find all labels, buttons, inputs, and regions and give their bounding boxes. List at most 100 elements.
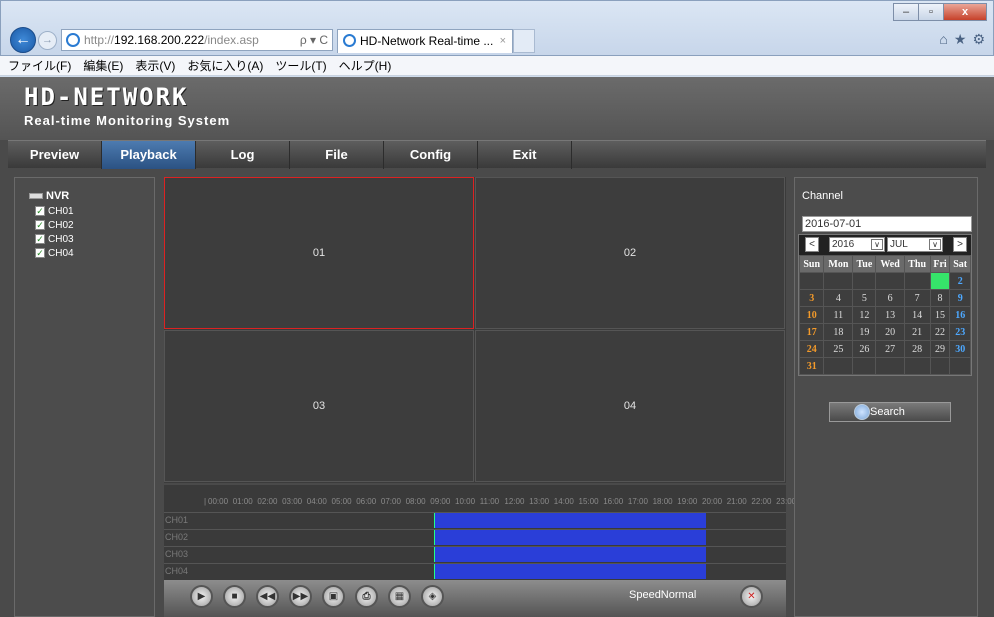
calendar-day[interactable]: 2: [949, 272, 971, 290]
year-select[interactable]: 2016 ∨: [829, 237, 885, 252]
timeline-row-ch03[interactable]: CH03: [164, 546, 786, 562]
download-button[interactable]: ▦: [388, 585, 411, 608]
tree-item-ch04[interactable]: ✓ CH04: [35, 248, 74, 259]
nav-exit[interactable]: Exit: [478, 141, 572, 169]
calendar-day[interactable]: 22: [929, 323, 951, 341]
menu-tools[interactable]: ツール(T): [275, 57, 326, 74]
recording-segment[interactable]: [434, 513, 706, 528]
timeline-row-label: CH01: [165, 515, 189, 525]
mute-button[interactable]: ✕: [740, 585, 763, 608]
nav-config[interactable]: Config: [384, 141, 478, 169]
print-button[interactable]: ⎙: [355, 585, 378, 608]
calendar-empty-cell: [929, 357, 951, 375]
calendar-day[interactable]: 4: [823, 289, 854, 307]
ruler-hour-label: 00:00: [208, 497, 229, 506]
tree-item-ch02[interactable]: ✓ CH02: [35, 220, 74, 231]
menu-favorites[interactable]: お気に入り(A): [187, 57, 263, 74]
timeline-row-ch01[interactable]: CH01: [164, 512, 786, 528]
search-button[interactable]: Search: [829, 402, 951, 422]
calendar-day[interactable]: 21: [903, 323, 931, 341]
tree-root-nvr[interactable]: NVR: [29, 190, 69, 202]
timeline-row-ch04[interactable]: CH04: [164, 563, 786, 579]
address-bar[interactable]: http://192.168.200.222/index.asp ρ ▾ C: [61, 29, 333, 51]
video-cell-02[interactable]: 02: [475, 177, 785, 329]
calendar-day[interactable]: 31: [798, 357, 825, 375]
home-icon[interactable]: ⌂: [939, 31, 947, 48]
calendar-day[interactable]: 14: [903, 306, 931, 324]
browser-tab[interactable]: HD-Network Real-time ... ×: [337, 29, 513, 53]
calendar-day[interactable]: 19: [852, 323, 877, 341]
playback-timeline[interactable]: | 00:00 01:00 02:00 03:00 04:00 05:00 06:00 07:0…: [164, 485, 796, 580]
calendar-day[interactable]: 18: [823, 323, 854, 341]
gear-icon[interactable]: ⚙: [972, 31, 985, 48]
calendar: < 2016 ∨ JUL ∨ > Sun Mon Tue Wed Thu Fri Sat 234…: [798, 234, 972, 376]
calendar-day[interactable]: 12: [852, 306, 877, 324]
next-month-button[interactable]: >: [953, 237, 967, 252]
tree-item-ch03[interactable]: ✓ CH03: [35, 234, 74, 245]
menu-edit[interactable]: 編集(E): [83, 57, 123, 74]
menu-view[interactable]: 表示(V): [135, 57, 175, 74]
checkbox-checked-icon[interactable]: ✓: [35, 206, 45, 216]
fullscreen-button[interactable]: ◈: [421, 585, 444, 608]
month-select[interactable]: JUL ∨: [887, 237, 943, 252]
calendar-day[interactable]: 9: [949, 289, 971, 307]
checkbox-checked-icon[interactable]: ✓: [35, 234, 45, 244]
calendar-day[interactable]: 13: [875, 306, 905, 324]
recording-segment[interactable]: [434, 530, 706, 545]
calendar-day[interactable]: 6: [875, 289, 905, 307]
calendar-day[interactable]: 29: [929, 340, 951, 358]
menu-help[interactable]: ヘルプ(H): [339, 57, 392, 74]
video-cell-01[interactable]: 01: [164, 177, 474, 329]
ruler-hour-label: 13:00: [529, 497, 550, 506]
timeline-row-ch02[interactable]: CH02: [164, 529, 786, 545]
calendar-day[interactable]: 8: [929, 289, 951, 307]
calendar-day[interactable]: 7: [903, 289, 931, 307]
address-search-refresh-icons[interactable]: ρ ▾ C: [300, 30, 328, 50]
calendar-day[interactable]: 28: [903, 340, 931, 358]
nav-playback[interactable]: Playback: [102, 141, 196, 169]
nav-preview[interactable]: Preview: [8, 141, 102, 169]
checkbox-checked-icon[interactable]: ✓: [35, 220, 45, 230]
calendar-day[interactable]: 30: [949, 340, 971, 358]
close-window-button[interactable]: x: [943, 3, 987, 21]
video-cell-03[interactable]: 03: [164, 330, 474, 482]
calendar-day[interactable]: 10: [798, 306, 825, 324]
calendar-day[interactable]: 3: [798, 289, 825, 307]
calendar-day[interactable]: 26: [852, 340, 877, 358]
checkbox-checked-icon[interactable]: ✓: [35, 248, 45, 258]
calendar-day[interactable]: 16: [949, 306, 971, 324]
rewind-button[interactable]: ◀◀: [256, 585, 279, 608]
calendar-day[interactable]: 24: [798, 340, 825, 358]
calendar-day[interactable]: 15: [929, 306, 951, 324]
nav-log[interactable]: Log: [196, 141, 290, 169]
weekday-header: Mon: [823, 255, 854, 273]
calendar-day[interactable]: 11: [823, 306, 854, 324]
recording-segment[interactable]: [434, 564, 706, 579]
recording-segment[interactable]: [434, 547, 706, 562]
calendar-day[interactable]: 27: [875, 340, 905, 358]
back-button[interactable]: ←: [10, 27, 36, 53]
new-tab-button[interactable]: [513, 29, 535, 53]
minimize-button[interactable]: –: [893, 3, 919, 21]
star-icon[interactable]: ★: [954, 31, 967, 48]
play-button[interactable]: ▶: [190, 585, 213, 608]
restore-button[interactable]: ▫: [918, 3, 944, 21]
calendar-day[interactable]: 5: [852, 289, 877, 307]
tab-close-icon[interactable]: ×: [500, 30, 506, 52]
nav-file[interactable]: File: [290, 141, 384, 169]
stop-button[interactable]: ■: [223, 585, 246, 608]
calendar-day[interactable]: 25: [823, 340, 854, 358]
fast-forward-button[interactable]: ▶▶: [289, 585, 312, 608]
video-cell-04[interactable]: 04: [475, 330, 785, 482]
snapshot-button[interactable]: ▣: [322, 585, 345, 608]
forward-button[interactable]: →: [38, 31, 57, 50]
calendar-day[interactable]: 17: [798, 323, 825, 341]
date-input[interactable]: 2016-07-01: [802, 216, 972, 232]
prev-month-button[interactable]: <: [805, 237, 819, 252]
menu-file[interactable]: ファイル(F): [8, 57, 71, 74]
calendar-day[interactable]: 23: [949, 323, 971, 341]
calendar-day[interactable]: 20: [875, 323, 905, 341]
calendar-day[interactable]: [929, 272, 951, 290]
address-host: 192.168.200.222: [114, 33, 205, 47]
tree-item-ch01[interactable]: ✓ CH01: [35, 206, 74, 217]
